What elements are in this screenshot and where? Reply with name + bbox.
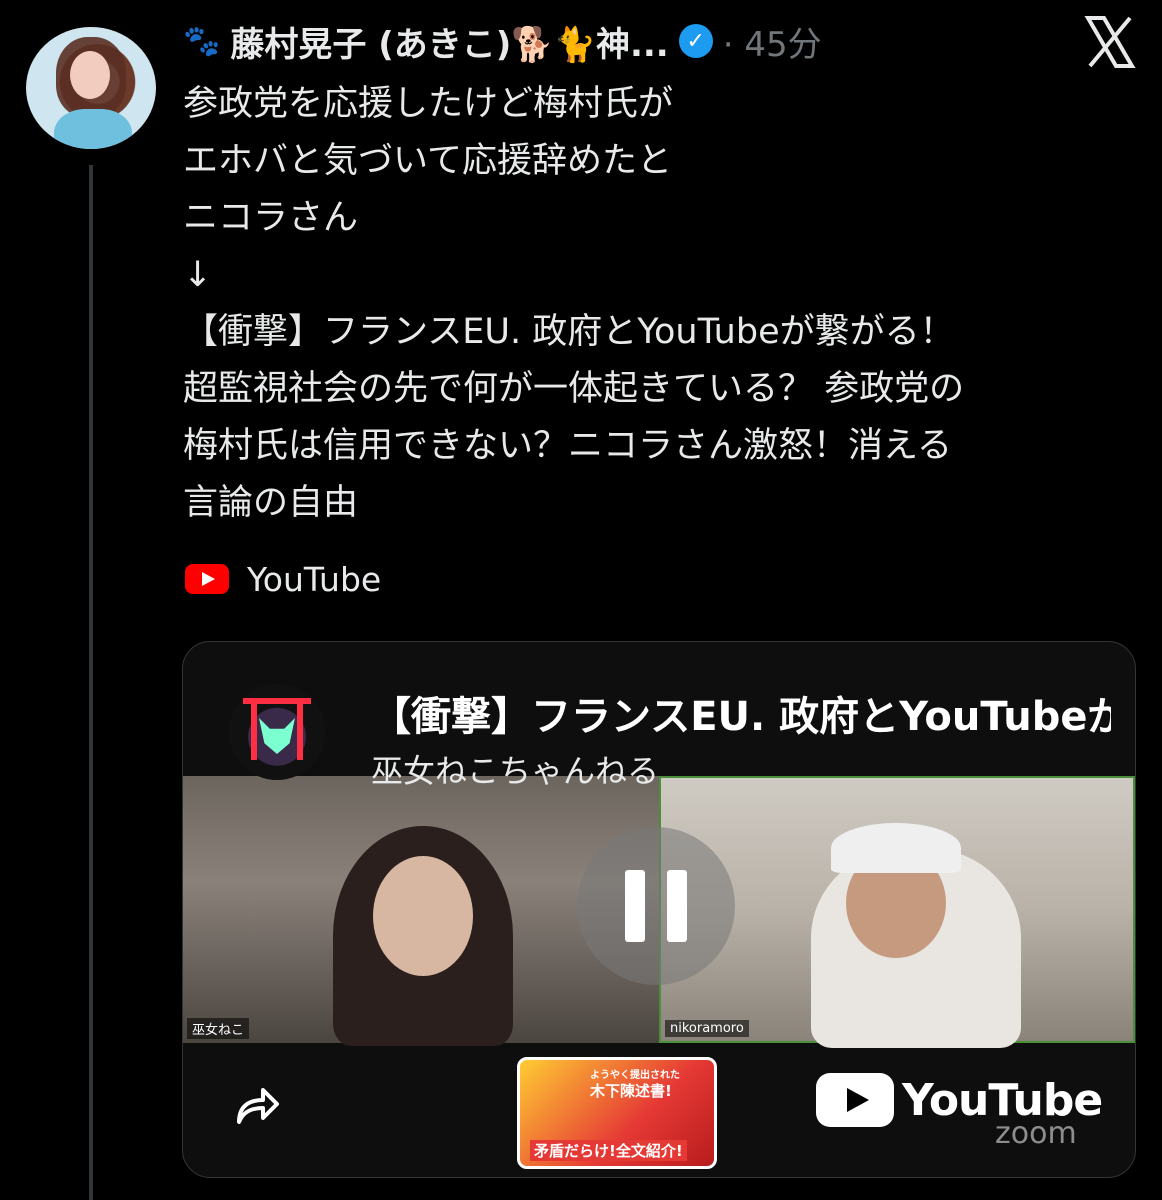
tweet-time[interactable]: · 45分 xyxy=(723,17,822,66)
pause-bar-left xyxy=(625,870,645,942)
person-right-cap xyxy=(831,823,961,873)
display-name[interactable]: 藤村晃子 (あきこ)🐕🐈神... xyxy=(230,17,668,66)
avatar-face xyxy=(70,51,110,99)
next-video-thumbnail[interactable]: ようやく提出された 木下陳述書! 矛盾だらけ!全文紹介! xyxy=(517,1057,717,1169)
share-icon[interactable] xyxy=(233,1082,281,1130)
source-label: YouTube xyxy=(247,559,382,599)
person-left-face xyxy=(373,856,473,976)
tweet-line: 超監視社会の先で何が一体起きている？ 参政党の xyxy=(183,369,965,409)
tweet-line: 参政党を応援したけど梅村氏が xyxy=(183,84,674,124)
tweet-line: ニコラさん xyxy=(183,198,359,238)
video-title[interactable]: 【衝撃】フランスEU. 政府とYouTubeが繋がる！ xyxy=(371,684,1111,742)
thumbnail-text: 木下陳述書! xyxy=(590,1082,672,1100)
tweet-line: 言論の自由 xyxy=(183,483,359,523)
youtube-embed-card[interactable]: 巫女ねこ nikoramoro 【衝撃】フランスEU. 政府とYouTubeが繋… xyxy=(182,641,1136,1178)
pause-button[interactable] xyxy=(577,827,735,985)
paw-icon: 🐾 xyxy=(183,23,221,59)
link-source[interactable]: YouTube xyxy=(185,555,381,603)
thumbnail-text: 矛盾だらけ!全文紹介! xyxy=(530,1140,687,1161)
profile-avatar[interactable] xyxy=(26,27,156,149)
participant-tag-right: nikoramoro xyxy=(665,1020,749,1037)
youtube-play-icon xyxy=(816,1073,894,1127)
channel-avatar[interactable] xyxy=(229,684,325,780)
thumbnail-text: ようやく提出された xyxy=(590,1070,680,1081)
tweet-line: エホバと気づいて応援辞めたと xyxy=(183,141,672,181)
x-logo-icon[interactable] xyxy=(1080,12,1140,72)
channel-name[interactable]: 巫女ねこちゃんねる xyxy=(371,746,659,792)
avatar-shirt xyxy=(54,109,132,149)
pause-bar-right xyxy=(667,870,687,942)
zoom-watermark: zoom xyxy=(995,1116,1077,1151)
tweet-line: 梅村氏は信用できない？ニコラさん激怒！消える xyxy=(183,426,952,466)
youtube-icon xyxy=(185,564,229,594)
thread-line xyxy=(89,165,93,1200)
tweet-header: 🐾 藤村晃子 (あきこ)🐕🐈神... ✓ · 45分 xyxy=(183,16,1043,66)
participant-tag-left: 巫女ねこ xyxy=(187,1018,250,1039)
tweet-text: 参政党を応援したけど梅村氏が エホバと気づいて応援辞めたと ニコラさん ↓ 【衝… xyxy=(183,76,1133,532)
tweet-line: 【衝撃】フランスEU. 政府とYouTubeが繋がる！ xyxy=(183,312,955,352)
verified-badge-icon: ✓ xyxy=(678,24,713,58)
tweet-line: ↓ xyxy=(183,255,213,295)
